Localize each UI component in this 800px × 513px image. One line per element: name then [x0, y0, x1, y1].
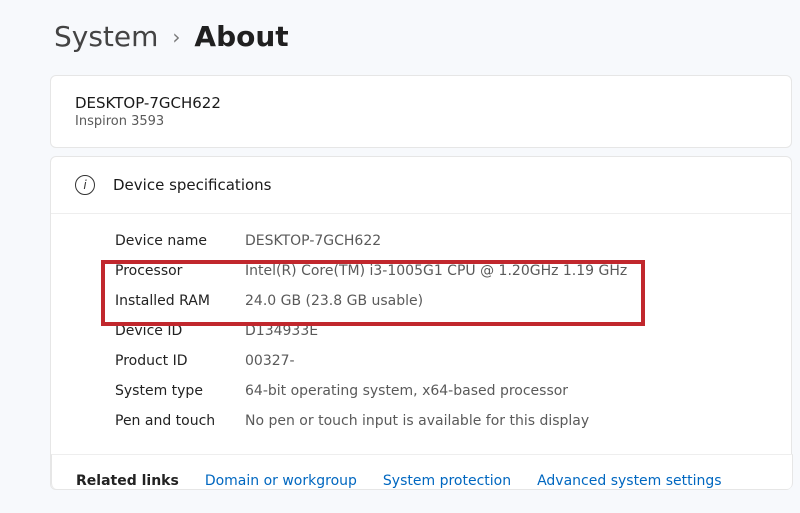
value-device-id: D134933E	[245, 323, 318, 339]
specs-header[interactable]: i Device specifications	[51, 157, 791, 214]
label-processor: Processor	[115, 263, 245, 279]
link-system-protection[interactable]: System protection	[383, 473, 511, 489]
label-device-id: Device ID	[115, 323, 245, 339]
value-installed-ram: 24.0 GB (23.8 GB usable)	[245, 293, 423, 309]
breadcrumb-parent[interactable]: System	[54, 20, 158, 53]
machine-name: DESKTOP-7GCH622	[75, 94, 767, 112]
value-system-type: 64-bit operating system, x64-based proce…	[245, 383, 568, 399]
row-device-id: Device ID D134933E	[115, 316, 767, 346]
label-system-type: System type	[115, 383, 245, 399]
machine-card: DESKTOP-7GCH622 Inspiron 3593	[50, 75, 792, 148]
row-system-type: System type 64-bit operating system, x64…	[115, 376, 767, 406]
machine-model: Inspiron 3593	[75, 114, 767, 129]
row-product-id: Product ID 00327-	[115, 346, 767, 376]
related-heading: Related links	[76, 473, 179, 489]
breadcrumb-current: About	[194, 20, 288, 53]
link-advanced-settings[interactable]: Advanced system settings	[537, 473, 722, 489]
link-domain-workgroup[interactable]: Domain or workgroup	[205, 473, 357, 489]
about-page: System › About DESKTOP-7GCH622 Inspiron …	[0, 0, 800, 490]
row-pen-touch: Pen and touch No pen or touch input is a…	[115, 406, 767, 436]
row-processor: Processor Intel(R) Core(TM) i3-1005G1 CP…	[115, 256, 767, 286]
related-links: Related links Domain or workgroup System…	[51, 454, 793, 489]
label-product-id: Product ID	[115, 353, 245, 369]
specs-body: Device name DESKTOP-7GCH622 Processor In…	[51, 214, 791, 454]
info-icon: i	[75, 175, 95, 195]
specs-title: Device specifications	[113, 176, 271, 194]
row-device-name: Device name DESKTOP-7GCH622	[115, 226, 767, 256]
label-pen-touch: Pen and touch	[115, 413, 245, 429]
chevron-right-icon: ›	[172, 25, 180, 49]
label-device-name: Device name	[115, 233, 245, 249]
label-installed-ram: Installed RAM	[115, 293, 245, 309]
device-specs-card: i Device specifications Device name DESK…	[50, 156, 792, 490]
value-product-id: 00327-	[245, 353, 295, 369]
value-processor: Intel(R) Core(TM) i3-1005G1 CPU @ 1.20GH…	[245, 263, 627, 279]
row-installed-ram: Installed RAM 24.0 GB (23.8 GB usable)	[115, 286, 767, 316]
value-device-name: DESKTOP-7GCH622	[245, 233, 381, 249]
value-pen-touch: No pen or touch input is available for t…	[245, 413, 589, 429]
breadcrumb: System › About	[50, 20, 800, 53]
